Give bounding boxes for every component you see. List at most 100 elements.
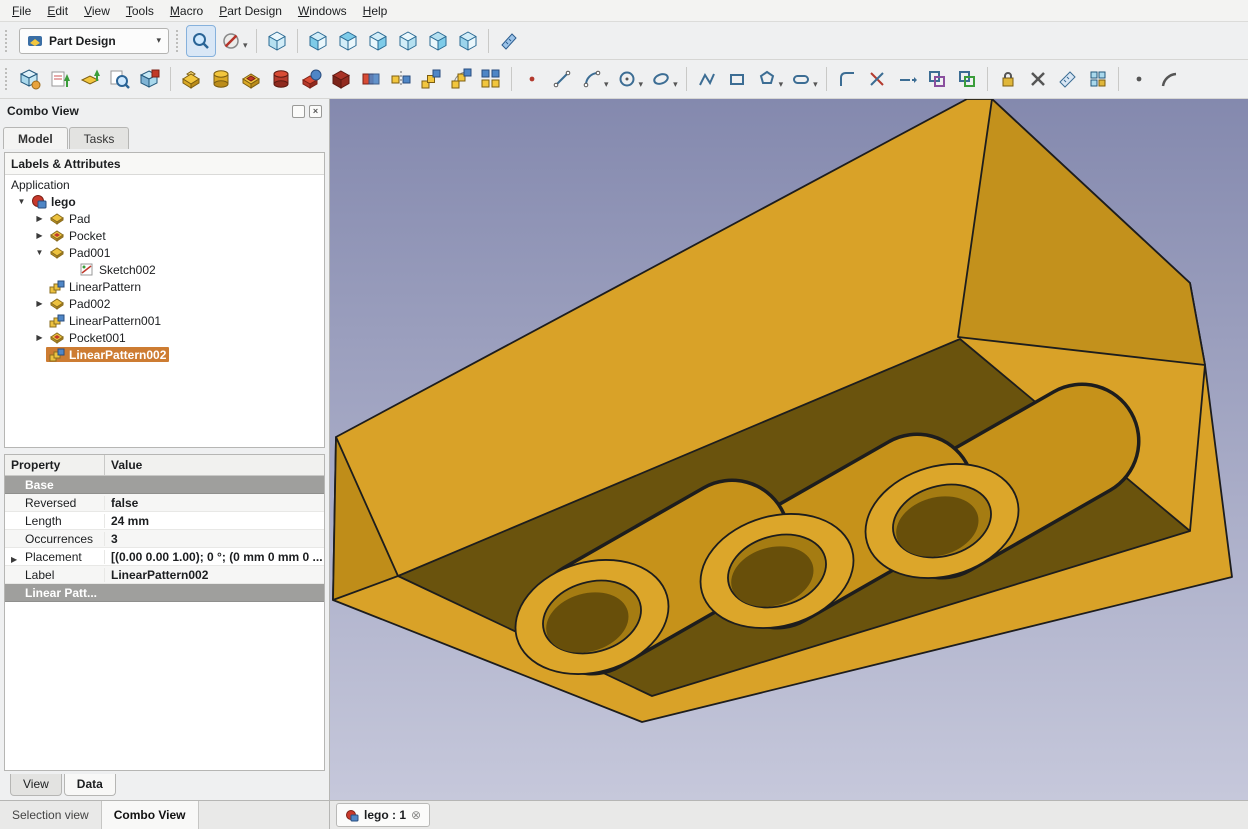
expander-icon[interactable]: ▼ xyxy=(33,248,46,257)
property-value[interactable]: LinearPattern002 xyxy=(105,568,324,582)
tab-view[interactable]: View xyxy=(10,774,62,796)
tree-item-pad[interactable]: ▶ Pad xyxy=(5,210,324,227)
trim-icon[interactable] xyxy=(863,64,891,94)
arc-icon[interactable] xyxy=(578,64,606,94)
dropdown-arrow-icon[interactable]: ▾ xyxy=(813,79,818,90)
tree-item-linearpattern[interactable]: LinearPattern xyxy=(5,278,324,295)
menu-windows[interactable]: Windows xyxy=(290,1,355,21)
validate-sketch-icon[interactable] xyxy=(136,64,164,94)
dropdown-arrow-icon[interactable]: ▾ xyxy=(243,40,248,51)
value-column-header[interactable]: Value xyxy=(105,455,324,475)
menu-macro[interactable]: Macro xyxy=(162,1,211,21)
workbench-selector[interactable]: Part Design ▾ xyxy=(19,28,169,54)
slot-icon[interactable] xyxy=(787,64,815,94)
rear-view-icon[interactable] xyxy=(394,26,422,56)
property-value[interactable]: false xyxy=(105,496,324,510)
map-sketch-icon[interactable] xyxy=(76,64,104,94)
dropdown-arrow-icon[interactable]: ▾ xyxy=(673,79,678,90)
menu-edit[interactable]: Edit xyxy=(39,1,76,21)
external-geometry-icon[interactable] xyxy=(923,64,951,94)
edit-sketch-icon[interactable] xyxy=(106,64,134,94)
polygon-icon[interactable] xyxy=(753,64,781,94)
property-value[interactable]: [(0.00 0.00 1.00); 0 °; (0 mm 0 mm 0 ... xyxy=(105,550,324,564)
extend-icon[interactable] xyxy=(893,64,921,94)
tab-model[interactable]: Model xyxy=(3,127,68,149)
measure-icon[interactable] xyxy=(1054,64,1082,94)
line-icon[interactable] xyxy=(548,64,576,94)
3d-scene[interactable] xyxy=(330,99,1248,800)
dropdown-arrow-icon[interactable]: ▾ xyxy=(639,79,644,90)
expander-icon[interactable]: ▶ xyxy=(11,555,17,564)
pad-icon[interactable] xyxy=(177,64,205,94)
property-row-occurrences[interactable]: Occurrences 3 xyxy=(5,530,324,548)
expander-icon[interactable]: ▶ xyxy=(33,333,46,342)
fillet-icon[interactable] xyxy=(833,64,861,94)
rectangle-icon[interactable] xyxy=(723,64,751,94)
panel-title-bar[interactable]: Combo View × xyxy=(0,99,329,123)
menu-part-design[interactable]: Part Design xyxy=(211,1,290,21)
tab-selection-view[interactable]: Selection view xyxy=(0,801,102,829)
arc-segment-icon[interactable] xyxy=(1155,64,1183,94)
circle-icon[interactable] xyxy=(613,64,641,94)
axonometric-view-icon[interactable] xyxy=(263,26,291,56)
polar-pattern-icon[interactable] xyxy=(447,64,475,94)
3d-viewport[interactable] xyxy=(330,99,1248,800)
fit-all-icon[interactable] xyxy=(187,26,215,56)
create-body-icon[interactable] xyxy=(16,64,44,94)
dropdown-arrow-icon[interactable]: ▾ xyxy=(604,79,609,90)
menu-help[interactable]: Help xyxy=(355,1,396,21)
create-sketch-icon[interactable] xyxy=(46,64,74,94)
tree-item-sketch002[interactable]: Sketch002 xyxy=(5,261,324,278)
paste-grid-icon[interactable] xyxy=(1084,64,1112,94)
toolbar-grip[interactable] xyxy=(5,68,12,90)
subtractive-primitive-icon[interactable] xyxy=(327,64,355,94)
property-column-header[interactable]: Property xyxy=(5,455,105,475)
property-row-reversed[interactable]: Reversed false xyxy=(5,494,324,512)
tree-header[interactable]: Labels & Attributes xyxy=(5,153,324,175)
draw-style-icon[interactable] xyxy=(217,26,245,56)
property-value[interactable]: 3 xyxy=(105,532,324,546)
property-value[interactable]: 24 mm xyxy=(105,514,324,528)
groove-icon[interactable] xyxy=(267,64,295,94)
property-row-label[interactable]: Label LinearPattern002 xyxy=(5,566,324,584)
point-icon[interactable] xyxy=(518,64,546,94)
pocket-icon[interactable] xyxy=(237,64,265,94)
left-view-icon[interactable] xyxy=(454,26,482,56)
tree-item-lego[interactable]: ▼ lego xyxy=(5,193,324,210)
tree-root-application[interactable]: Application xyxy=(5,176,324,193)
close-icon[interactable]: ⊗ xyxy=(411,808,421,822)
tree-item-linearpattern002[interactable]: LinearPattern002 xyxy=(5,346,324,363)
constraint-lock-icon[interactable] xyxy=(994,64,1022,94)
measure-distance-icon[interactable] xyxy=(495,26,523,56)
additive-primitive-icon[interactable] xyxy=(297,64,325,94)
tree-item-pocket001[interactable]: ▶ Pocket001 xyxy=(5,329,324,346)
carbon-copy-icon[interactable] xyxy=(953,64,981,94)
bottom-view-icon[interactable] xyxy=(424,26,452,56)
toolbar-grip[interactable] xyxy=(5,30,12,52)
property-row-length[interactable]: Length 24 mm xyxy=(5,512,324,530)
delete-icon[interactable] xyxy=(1024,64,1052,94)
mirrored-icon[interactable] xyxy=(387,64,415,94)
boolean-icon[interactable] xyxy=(357,64,385,94)
expander-icon[interactable]: ▶ xyxy=(33,214,46,223)
tab-data[interactable]: Data xyxy=(64,774,116,796)
linear-pattern-icon[interactable] xyxy=(417,64,445,94)
tree-item-pad002[interactable]: ▶ Pad002 xyxy=(5,295,324,312)
tree-item-pad001[interactable]: ▼ Pad001 xyxy=(5,244,324,261)
revolution-icon[interactable] xyxy=(207,64,235,94)
menu-tools[interactable]: Tools xyxy=(118,1,162,21)
tab-tasks[interactable]: Tasks xyxy=(69,127,130,149)
expander-icon[interactable]: ▶ xyxy=(33,299,46,308)
tab-combo-view[interactable]: Combo View xyxy=(102,801,199,829)
tree-item-linearpattern001[interactable]: LinearPattern001 xyxy=(5,312,324,329)
conic-icon[interactable] xyxy=(647,64,675,94)
tree-item-pocket[interactable]: ▶ Pocket xyxy=(5,227,324,244)
top-view-icon[interactable] xyxy=(334,26,362,56)
expander-icon[interactable]: ▶ xyxy=(33,231,46,240)
float-panel-icon[interactable] xyxy=(292,105,305,118)
property-group-linear-pattern[interactable]: Linear Patt... xyxy=(5,584,324,602)
property-row-placement[interactable]: ▶Placement [(0.00 0.00 1.00); 0 °; (0 mm… xyxy=(5,548,324,566)
document-tab-lego[interactable]: lego : 1 ⊗ xyxy=(336,803,430,827)
expander-icon[interactable]: ▼ xyxy=(15,197,28,206)
menu-file[interactable]: File xyxy=(4,1,39,21)
